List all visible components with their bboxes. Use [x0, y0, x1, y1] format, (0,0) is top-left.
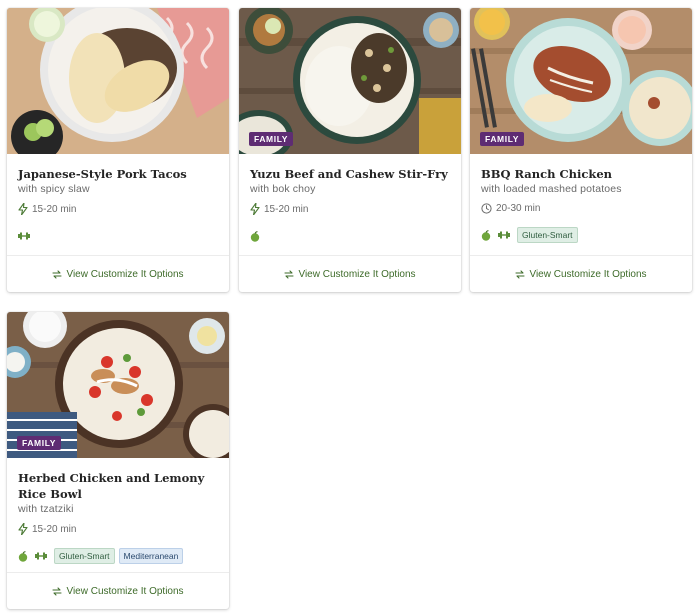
prep-time: 15-20 min	[18, 523, 218, 535]
recipe-tags	[250, 229, 450, 243]
customize-options-link[interactable]: View Customize It Options	[7, 255, 229, 292]
family-badge: FAMILY	[480, 132, 524, 146]
prep-time: 15-20 min	[250, 203, 450, 215]
apple-icon	[18, 550, 28, 562]
protein-icon	[498, 230, 510, 240]
family-badge: FAMILY	[249, 132, 293, 146]
recipe-subtitle: with tzatziki	[18, 503, 74, 515]
tag-gluten-smart: Gluten-Smart	[517, 227, 578, 243]
prep-time-label: 15-20 min	[32, 523, 77, 535]
customize-options-link[interactable]: View Customize It Options	[7, 572, 229, 609]
customize-options-label: View Customize It Options	[298, 268, 416, 280]
recipe-title[interactable]: Herbed Chicken and Lemony Rice Bowl	[18, 470, 218, 502]
recipe-subtitle: with bok choy	[250, 183, 316, 195]
prep-time: 20-30 min	[481, 203, 681, 214]
apple-icon	[250, 230, 260, 242]
tag-mediterranean: Mediterranean	[118, 548, 184, 564]
recipe-image[interactable]: FAMILY	[470, 8, 692, 154]
customize-options-label: View Customize It Options	[66, 585, 184, 597]
recipe-card[interactable]: FAMILY Yuzu Beef and Cashew Stir-Fry wit…	[239, 8, 461, 292]
prep-time-label: 15-20 min	[264, 203, 309, 215]
recipe-image[interactable]: FAMILY	[7, 312, 229, 458]
family-badge: FAMILY	[17, 436, 61, 450]
prep-time: 15-20 min	[18, 203, 218, 215]
prep-time-label: 15-20 min	[32, 203, 77, 215]
recipe-title[interactable]: Yuzu Beef and Cashew Stir-Fry	[250, 166, 450, 182]
swap-icon	[52, 269, 63, 279]
swap-icon	[52, 586, 63, 596]
prep-time-label: 20-30 min	[496, 203, 541, 214]
customize-options-label: View Customize It Options	[529, 268, 647, 280]
protein-icon	[18, 231, 30, 241]
swap-icon	[515, 269, 526, 279]
recipe-card[interactable]: Japanese-Style Pork Tacos with spicy sla…	[7, 8, 229, 292]
lightning-icon	[18, 203, 28, 215]
recipe-card[interactable]: FAMILY Herbed Chicken and Lemony Rice Bo…	[7, 312, 229, 609]
recipe-image[interactable]: FAMILY	[239, 8, 461, 154]
tag-gluten-smart: Gluten-Smart	[54, 548, 115, 564]
recipe-title[interactable]: Japanese-Style Pork Tacos	[18, 166, 218, 182]
recipe-title[interactable]: BBQ Ranch Chicken	[481, 166, 681, 182]
lightning-icon	[250, 203, 260, 215]
recipe-subtitle: with loaded mashed potatoes	[481, 183, 622, 195]
customize-options-link[interactable]: View Customize It Options	[470, 255, 692, 292]
recipe-image[interactable]	[7, 8, 229, 154]
clock-icon	[481, 203, 492, 214]
protein-icon	[35, 551, 47, 561]
recipe-card[interactable]: FAMILY BBQ Ranch Chicken with loaded mas…	[470, 8, 692, 292]
apple-icon	[481, 229, 491, 241]
recipe-tags: Gluten-Smart	[481, 227, 681, 243]
lightning-icon	[18, 523, 28, 535]
customize-options-label: View Customize It Options	[66, 268, 184, 280]
customize-options-link[interactable]: View Customize It Options	[239, 255, 461, 292]
recipe-tags: Gluten-Smart Mediterranean	[18, 548, 218, 564]
recipe-subtitle: with spicy slaw	[18, 183, 90, 195]
swap-icon	[284, 269, 295, 279]
recipe-tags	[18, 229, 218, 243]
